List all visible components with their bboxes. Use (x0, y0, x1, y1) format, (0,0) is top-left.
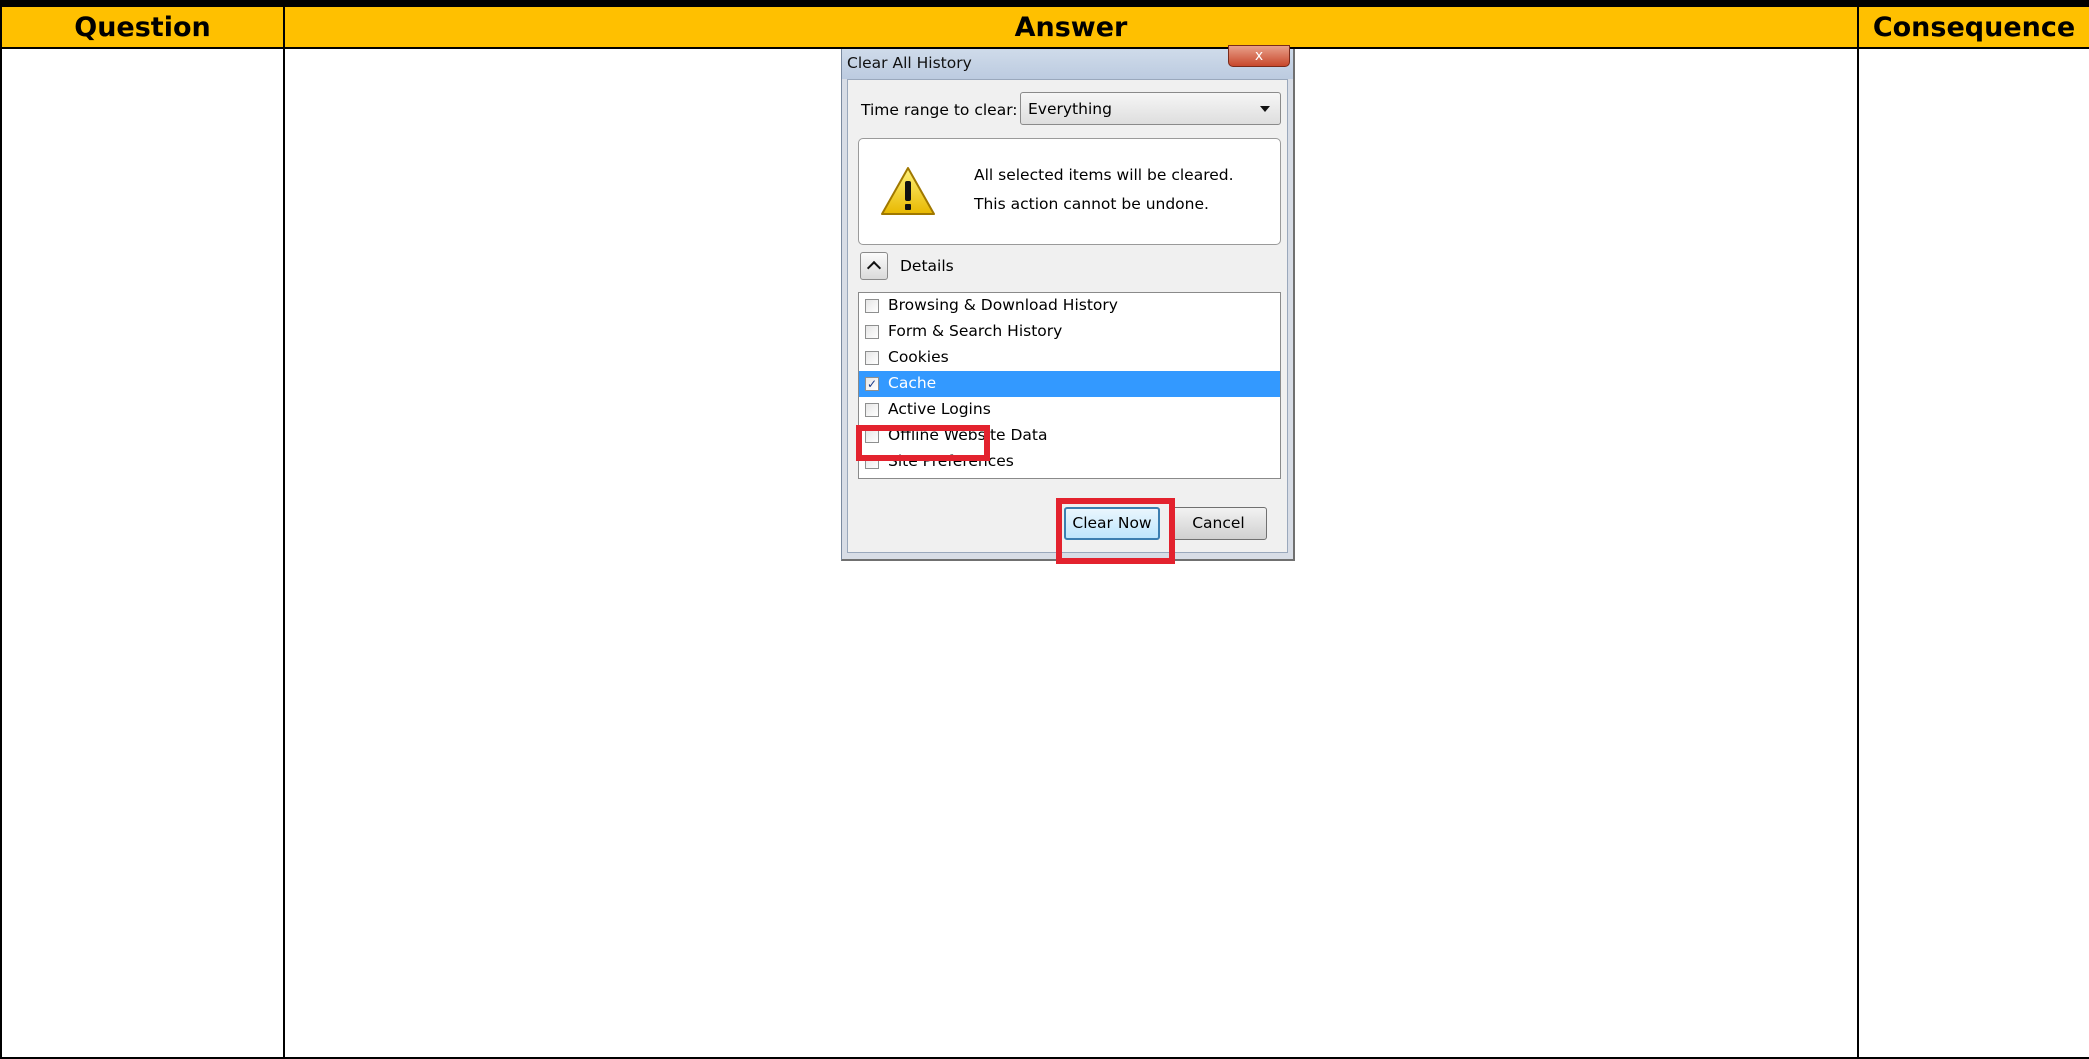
list-item-label: Browsing & Download History (888, 296, 1118, 314)
time-range-select[interactable]: Everything (1020, 92, 1281, 125)
header-question: Question (0, 5, 285, 49)
question-cell (0, 47, 285, 1059)
dialog-titlebar: Clear All History x (842, 45, 1293, 79)
highlight-box-clear-now (1056, 498, 1175, 564)
header-consequence: Consequence (1857, 5, 2089, 49)
warning-line-2: This action cannot be undone. (974, 195, 1209, 213)
list-item-browsing-history[interactable]: Browsing & Download History (859, 293, 1280, 319)
header-answer: Answer (283, 5, 1859, 49)
chevron-up-icon (866, 260, 882, 276)
warning-line-1: All selected items will be cleared. (974, 166, 1234, 184)
details-label: Details (900, 257, 954, 275)
list-item-label: Active Logins (888, 400, 991, 418)
list-item-active-logins[interactable]: Active Logins (859, 397, 1280, 423)
highlight-box-cache (856, 425, 990, 461)
list-item-cookies[interactable]: Cookies (859, 345, 1280, 371)
checkbox[interactable] (865, 403, 879, 417)
list-item-label: Form & Search History (888, 322, 1063, 340)
chevron-down-icon (1260, 106, 1270, 112)
list-item-label: Cache (888, 374, 937, 392)
checkbox[interactable] (865, 325, 879, 339)
list-item-label: Cookies (888, 348, 949, 366)
checkbox[interactable] (865, 299, 879, 313)
answer-cell: Clear All History x Time range to clear:… (283, 45, 1859, 1059)
list-item-form-history[interactable]: Form & Search History (859, 319, 1280, 345)
time-range-value: Everything (1028, 100, 1112, 118)
dialog-body: Time range to clear: Everything All sele… (847, 79, 1288, 553)
warning-triangle-icon (881, 167, 935, 215)
close-icon: x (1254, 48, 1264, 64)
document-table: Question Answer Consequence Clear All Hi… (0, 5, 2089, 1059)
content-row: Clear All History x Time range to clear:… (0, 45, 2089, 1059)
checkbox-checked[interactable]: ✓ (865, 377, 879, 391)
clear-history-dialog: Clear All History x Time range to clear:… (841, 45, 1295, 564)
dialog-title: Clear All History (847, 54, 972, 72)
consequence-cell (1857, 47, 2089, 1059)
list-item-cache[interactable]: ✓ Cache (859, 371, 1280, 397)
details-toggle-button[interactable] (860, 252, 888, 280)
cancel-button[interactable]: Cancel (1170, 507, 1267, 540)
header-row: Question Answer Consequence (0, 5, 2089, 49)
checkbox[interactable] (865, 351, 879, 365)
warning-box: All selected items will be cleared. This… (858, 138, 1281, 245)
close-button[interactable]: x (1228, 45, 1290, 67)
time-range-label: Time range to clear: (861, 101, 1018, 119)
